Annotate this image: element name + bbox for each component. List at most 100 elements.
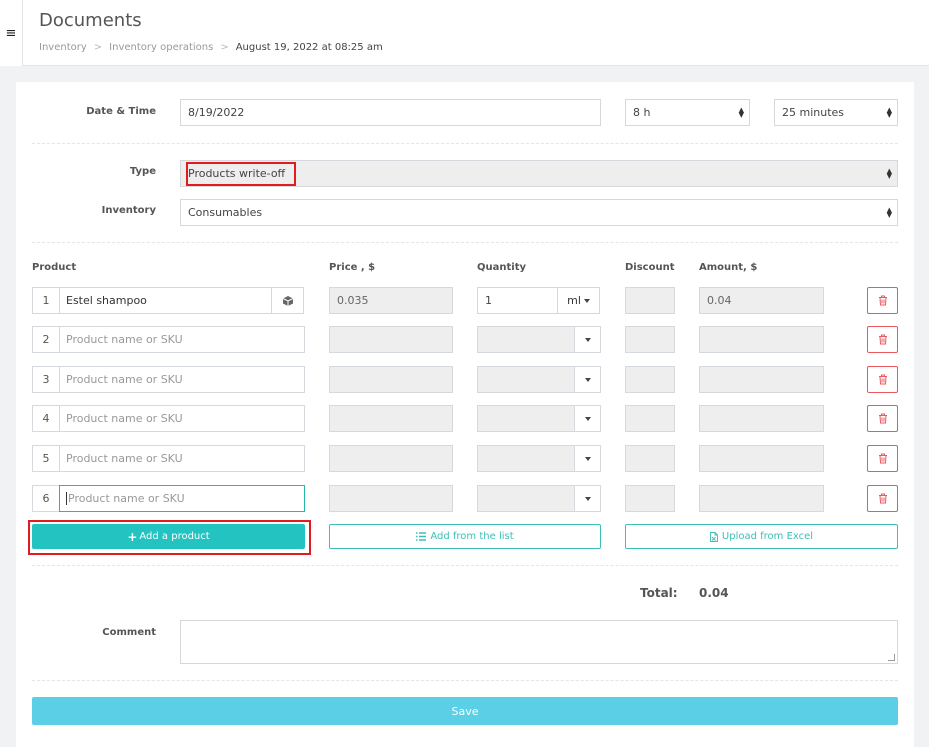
discount-field[interactable]	[625, 485, 675, 512]
delete-row-button[interactable]	[867, 326, 898, 353]
product-placeholder: Product name or SKU	[66, 452, 183, 465]
discount-field[interactable]	[625, 366, 675, 393]
unit-dropdown[interactable]: ml	[557, 287, 600, 314]
row-number: 1	[32, 287, 60, 314]
row-number: 6	[32, 485, 60, 512]
caret-down-icon	[583, 298, 590, 303]
add-from-list-button[interactable]: Add from the list	[329, 524, 601, 549]
trash-icon	[878, 493, 887, 504]
unit-dropdown[interactable]	[574, 485, 601, 512]
page-title: Documents	[39, 10, 142, 31]
file-excel-icon	[709, 531, 718, 542]
row-number: 4	[32, 405, 60, 432]
save-button[interactable]: Save	[32, 697, 898, 725]
quantity-input[interactable]	[477, 326, 575, 353]
product-placeholder: Product name or SKU	[66, 412, 183, 425]
document-form-panel: Date & Time 8/19/2022 8 h ▲ ▼ 25 minutes …	[16, 82, 914, 747]
amount-field	[699, 366, 824, 393]
menu-toggle-button[interactable]: ≡	[0, 0, 23, 66]
delete-row-button[interactable]	[867, 366, 898, 393]
price-field	[329, 485, 453, 512]
trash-icon	[878, 453, 887, 464]
caret-down-icon	[584, 416, 591, 421]
total-label: Total:	[640, 586, 678, 600]
column-header-quantity: Quantity	[477, 262, 526, 273]
product-box-button[interactable]	[271, 287, 304, 314]
product-placeholder: Product name or SKU	[66, 373, 183, 386]
highlight-frame	[28, 520, 311, 555]
resize-handle-icon[interactable]	[888, 654, 895, 661]
product-input[interactable]: Product name or SKU	[59, 445, 305, 472]
cube-icon	[282, 295, 293, 306]
product-placeholder: Product name or SKU	[66, 492, 185, 505]
select-arrows-icon: ▲ ▼	[886, 166, 892, 180]
trash-icon	[878, 413, 887, 424]
discount-field[interactable]	[625, 405, 675, 432]
amount-value: 0.04	[707, 294, 732, 307]
quantity-input[interactable]	[477, 366, 575, 393]
hour-select[interactable]: 8 h ▲ ▼	[625, 99, 750, 126]
comment-label: Comment	[102, 627, 156, 638]
divider	[32, 565, 898, 566]
quantity-input[interactable]	[477, 405, 575, 432]
product-placeholder: Product name or SKU	[66, 333, 183, 346]
amount-field: 0.04	[699, 287, 824, 314]
breadcrumb-current: August 19, 2022 at 08:25 am	[235, 42, 383, 53]
product-input[interactable]: Product name or SKU	[59, 366, 305, 393]
column-header-amount: Amount, $	[699, 262, 758, 273]
upload-excel-label: Upload from Excel	[721, 531, 814, 542]
breadcrumb: Inventory > Inventory operations > Augus…	[39, 42, 383, 53]
unit-dropdown[interactable]	[574, 405, 601, 432]
row-number: 5	[32, 445, 60, 472]
minutes-select[interactable]: 25 minutes ▲ ▼	[774, 99, 898, 126]
product-input[interactable]: Product name or SKU	[59, 326, 305, 353]
delete-row-button[interactable]	[867, 287, 898, 314]
trash-icon	[878, 334, 887, 345]
page-header: Documents Inventory > Inventory operatio…	[23, 0, 929, 66]
unit-dropdown[interactable]	[574, 366, 601, 393]
divider	[32, 680, 898, 681]
discount-field[interactable]	[625, 287, 675, 314]
product-input[interactable]: Estel shampoo	[59, 287, 272, 314]
delete-row-button[interactable]	[867, 485, 898, 512]
select-arrows-icon: ▲ ▼	[886, 205, 892, 219]
quantity-input[interactable]: 1	[477, 287, 558, 314]
column-header-product: Product	[32, 262, 77, 273]
divider	[32, 242, 898, 243]
unit-dropdown[interactable]	[574, 326, 601, 353]
highlight-frame	[186, 162, 296, 186]
caret-down-icon	[584, 496, 591, 501]
product-value: Estel shampoo	[66, 294, 147, 307]
quantity-input[interactable]	[477, 485, 575, 512]
row-number: 2	[32, 326, 60, 353]
price-value: 0.035	[337, 294, 369, 307]
unit-value: ml	[567, 294, 581, 307]
divider	[32, 143, 898, 144]
delete-row-button[interactable]	[867, 445, 898, 472]
product-input[interactable]: Product name or SKU	[59, 405, 305, 432]
delete-row-button[interactable]	[867, 405, 898, 432]
inventory-label: Inventory	[101, 205, 156, 216]
breadcrumb-separator: >	[220, 42, 229, 53]
inventory-select[interactable]: Consumables ▲ ▼	[180, 199, 898, 226]
price-field	[329, 445, 453, 472]
breadcrumb-separator: >	[93, 42, 103, 53]
select-arrows-icon: ▲ ▼	[886, 105, 892, 119]
column-header-discount: Discount	[625, 262, 675, 273]
amount-field	[699, 485, 824, 512]
column-header-price: Price , $	[329, 262, 376, 273]
upload-excel-button[interactable]: Upload from Excel	[625, 524, 898, 549]
date-input[interactable]: 8/19/2022	[180, 99, 601, 126]
amount-field	[699, 445, 824, 472]
comment-textarea[interactable]	[180, 620, 898, 664]
trash-icon	[878, 374, 887, 385]
unit-dropdown[interactable]	[574, 445, 601, 472]
hamburger-icon: ≡	[5, 25, 17, 41]
breadcrumb-inventory-operations[interactable]: Inventory operations	[109, 42, 213, 53]
product-input[interactable]: Product name or SKU	[59, 485, 305, 512]
breadcrumb-inventory[interactable]: Inventory	[39, 42, 87, 53]
discount-field[interactable]	[625, 326, 675, 353]
add-from-list-label: Add from the list	[430, 531, 514, 542]
quantity-input[interactable]	[477, 445, 575, 472]
discount-field[interactable]	[625, 445, 675, 472]
